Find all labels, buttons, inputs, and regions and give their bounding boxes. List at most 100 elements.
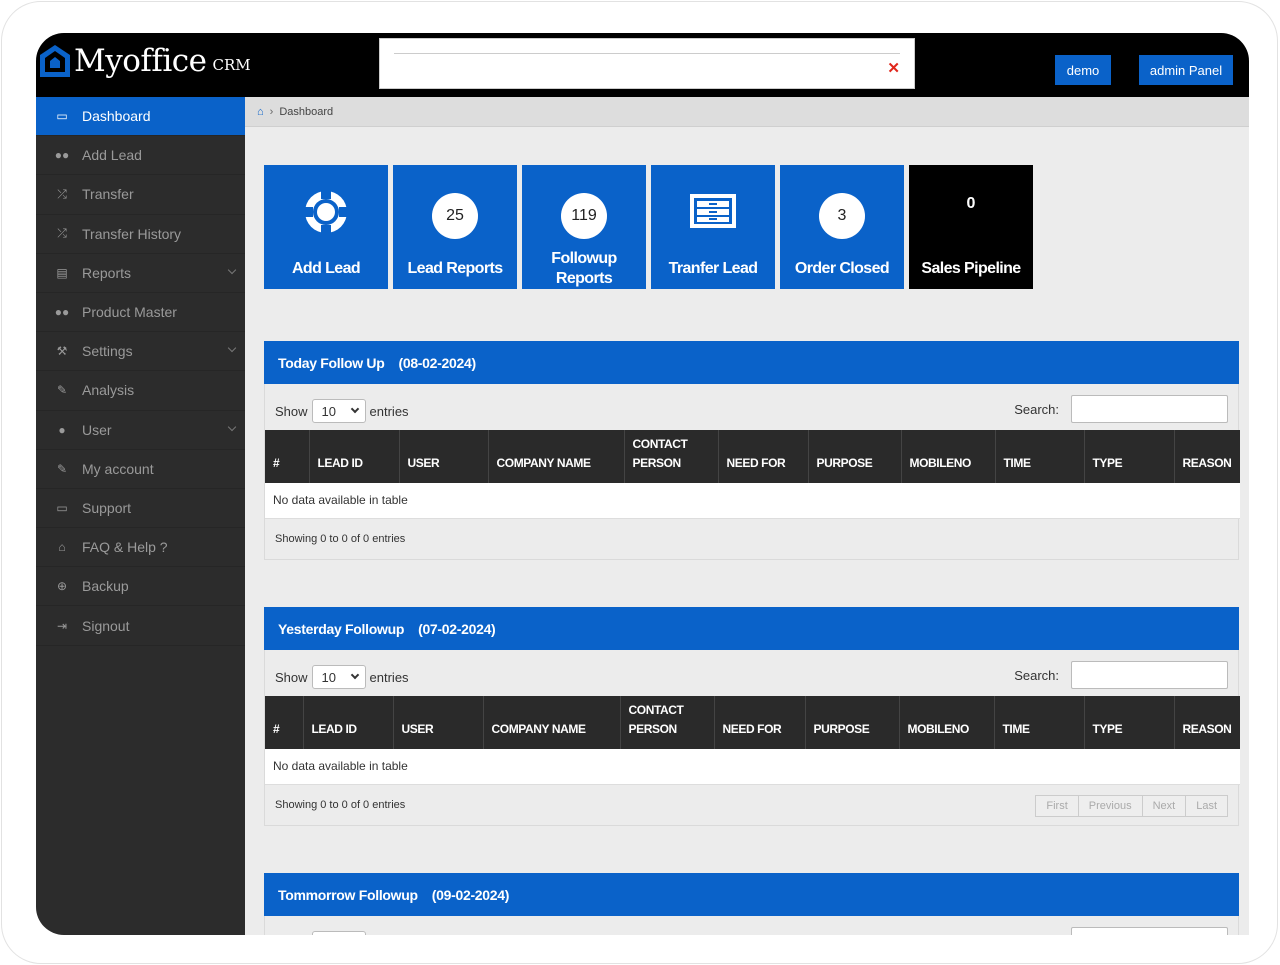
home-icon[interactable]: ⌂ bbox=[257, 106, 264, 118]
sidebar-item-my-account[interactable]: ✎ My account bbox=[36, 450, 245, 489]
search-label: Search: bbox=[1014, 667, 1059, 683]
dashboard-tiles: Add Lead 25 Lead Reports 119 Followup Re… bbox=[264, 165, 1033, 289]
sidebar-item-signout[interactable]: ⇥ Signout bbox=[36, 606, 245, 646]
entries-select[interactable]: 10 bbox=[311, 399, 366, 423]
previous-page-button[interactable]: Previous bbox=[1079, 795, 1143, 816]
sidebar-item-analysis[interactable]: ✎ Analysis bbox=[36, 371, 245, 411]
column-header[interactable]: NEED FOR bbox=[714, 696, 806, 749]
tile-add-lead[interactable]: Add Lead bbox=[264, 165, 388, 289]
tile-sales-pipeline[interactable]: 0 Sales Pipeline bbox=[909, 165, 1033, 289]
chevron-right-icon: › bbox=[269, 105, 274, 118]
empty-message: No data available in table bbox=[265, 483, 1240, 519]
app-screen: Myoffice CRM ✕ demo admin Panel ▭ Dashbo… bbox=[36, 33, 1249, 935]
chevron-down-icon bbox=[227, 422, 237, 431]
panel-header: Tommorrow Followup (09-02-2024) bbox=[264, 873, 1239, 916]
top-search-box[interactable]: ✕ bbox=[379, 38, 915, 89]
entries-control: Show 10 entries bbox=[275, 399, 409, 423]
table-footer: Showing 0 to 0 of 0 entries bbox=[265, 519, 1238, 559]
tile-count: 3 bbox=[819, 193, 865, 239]
sidebar-item-label: Analysis bbox=[82, 382, 135, 399]
show-label: Show bbox=[275, 403, 308, 419]
chevron-down-icon bbox=[227, 265, 237, 274]
sidebar-item-support[interactable]: ▭ Support bbox=[36, 489, 245, 529]
sidebar-item-label: Backup bbox=[82, 578, 129, 595]
sidebar-item-label: Settings bbox=[82, 343, 133, 360]
logo[interactable]: Myoffice CRM bbox=[38, 39, 251, 83]
search-input[interactable] bbox=[1071, 395, 1228, 423]
table-header-row: # LEAD ID USER COMPANY NAME CONTACT PERS… bbox=[265, 430, 1240, 483]
search-input[interactable] bbox=[1071, 661, 1228, 689]
followup-table: # LEAD ID USER COMPANY NAME CONTACT PERS… bbox=[265, 430, 1240, 519]
panel-date: (09-02-2024) bbox=[431, 886, 510, 903]
sidebar-item-user[interactable]: ● User bbox=[36, 411, 245, 450]
table-footer: Showing 0 to 0 of 0 entries First Previo… bbox=[265, 785, 1238, 825]
tile-order-closed[interactable]: 3 Order Closed bbox=[780, 165, 904, 289]
search-input[interactable] bbox=[1071, 927, 1228, 935]
column-header[interactable]: TIME bbox=[994, 696, 1085, 749]
sidebar-item-transfer[interactable]: ⤮ Transfer bbox=[36, 175, 245, 215]
sidebar-item-faq[interactable]: ⌂ FAQ & Help ? bbox=[36, 528, 245, 568]
admin-panel-button[interactable]: admin Panel bbox=[1139, 55, 1233, 85]
next-page-button[interactable]: Next bbox=[1143, 795, 1187, 816]
table-controls: Show 10 entries Search: bbox=[265, 384, 1238, 430]
column-header[interactable]: LEAD ID bbox=[309, 430, 400, 483]
followup-table: # LEAD ID USER COMPANY NAME CONTACT PERS… bbox=[265, 696, 1240, 785]
table-controls: Show 10 entries Search: bbox=[265, 650, 1238, 696]
chevron-down-icon bbox=[350, 670, 359, 680]
panel-date: (07-02-2024) bbox=[418, 620, 496, 637]
tile-lead-reports[interactable]: 25 Lead Reports bbox=[393, 165, 517, 289]
sidebar-item-dashboard[interactable]: ▭ Dashboard bbox=[36, 97, 245, 137]
column-header[interactable]: MOBILENO bbox=[899, 696, 995, 749]
column-header[interactable]: # bbox=[265, 430, 310, 483]
tile-transfer-lead[interactable]: Tranfer Lead bbox=[651, 165, 775, 289]
sidebar-item-label: User bbox=[82, 421, 112, 438]
book-icon: ▤ bbox=[56, 265, 68, 280]
column-header[interactable]: TYPE bbox=[1084, 696, 1175, 749]
tile-label: Sales Pipeline bbox=[921, 260, 1021, 277]
sidebar-item-label: Product Master bbox=[82, 304, 177, 321]
tile-label: Tranfer Lead bbox=[668, 260, 758, 277]
sidebar-item-reports[interactable]: ▤ Reports bbox=[36, 254, 245, 293]
first-page-button[interactable]: First bbox=[1036, 795, 1079, 816]
sidebar-item-product-master[interactable]: ●● Product Master bbox=[36, 293, 245, 333]
close-icon[interactable]: ✕ bbox=[887, 59, 900, 77]
sidebar-item-backup[interactable]: ⊕ Backup bbox=[36, 567, 245, 607]
column-header[interactable]: NEED FOR bbox=[718, 430, 809, 483]
column-header[interactable]: CONTACT PERSON bbox=[624, 430, 719, 483]
tile-label: Add Lead bbox=[291, 260, 361, 277]
column-header[interactable]: TYPE bbox=[1084, 430, 1175, 483]
table-search: Search: bbox=[1014, 395, 1228, 423]
column-header[interactable]: TIME bbox=[995, 430, 1085, 483]
column-header[interactable]: PURPOSE bbox=[808, 430, 902, 483]
column-header[interactable]: CONTACT PERSON bbox=[620, 696, 715, 749]
column-header[interactable]: COMPANY NAME bbox=[488, 430, 625, 483]
column-header[interactable]: REASON bbox=[1174, 696, 1240, 749]
tile-followup-reports[interactable]: 119 Followup Reports bbox=[522, 165, 646, 289]
panel-title: Today Follow Up bbox=[278, 354, 385, 371]
entries-control: Show 10 entries bbox=[275, 931, 409, 935]
sidebar-item-add-lead[interactable]: ●● Add Lead bbox=[36, 136, 245, 176]
sidebar-item-transfer-history[interactable]: ⤮ Transfer History bbox=[36, 215, 245, 254]
sidebar-item-label: Signout bbox=[82, 617, 130, 634]
tile-label: Followup Reports bbox=[551, 250, 617, 287]
entries-value: 10 bbox=[321, 403, 336, 419]
entries-select[interactable]: 10 bbox=[311, 931, 366, 935]
last-page-button[interactable]: Last bbox=[1186, 796, 1227, 816]
column-header[interactable]: LEAD ID bbox=[303, 696, 394, 749]
column-header[interactable]: REASON bbox=[1174, 430, 1240, 483]
show-label: Show bbox=[275, 669, 308, 685]
column-header[interactable]: PURPOSE bbox=[805, 696, 900, 749]
table-search: Search: bbox=[1014, 927, 1228, 935]
tomorrow-followup-panel: Tommorrow Followup (09-02-2024) Show 10 … bbox=[264, 873, 1239, 935]
demo-button[interactable]: demo bbox=[1055, 55, 1111, 85]
house-logo-icon bbox=[40, 45, 70, 77]
column-header[interactable]: COMPANY NAME bbox=[483, 696, 621, 749]
column-header[interactable]: # bbox=[265, 696, 304, 749]
column-header[interactable]: USER bbox=[393, 696, 484, 749]
column-header[interactable]: MOBILENO bbox=[901, 430, 996, 483]
sidebar-item-label: FAQ & Help ? bbox=[82, 539, 168, 556]
entries-select[interactable]: 10 bbox=[311, 665, 366, 689]
edit-icon: ✎ bbox=[56, 461, 68, 476]
column-header[interactable]: USER bbox=[399, 430, 489, 483]
sidebar-item-settings[interactable]: ⚒ Settings bbox=[36, 332, 245, 372]
